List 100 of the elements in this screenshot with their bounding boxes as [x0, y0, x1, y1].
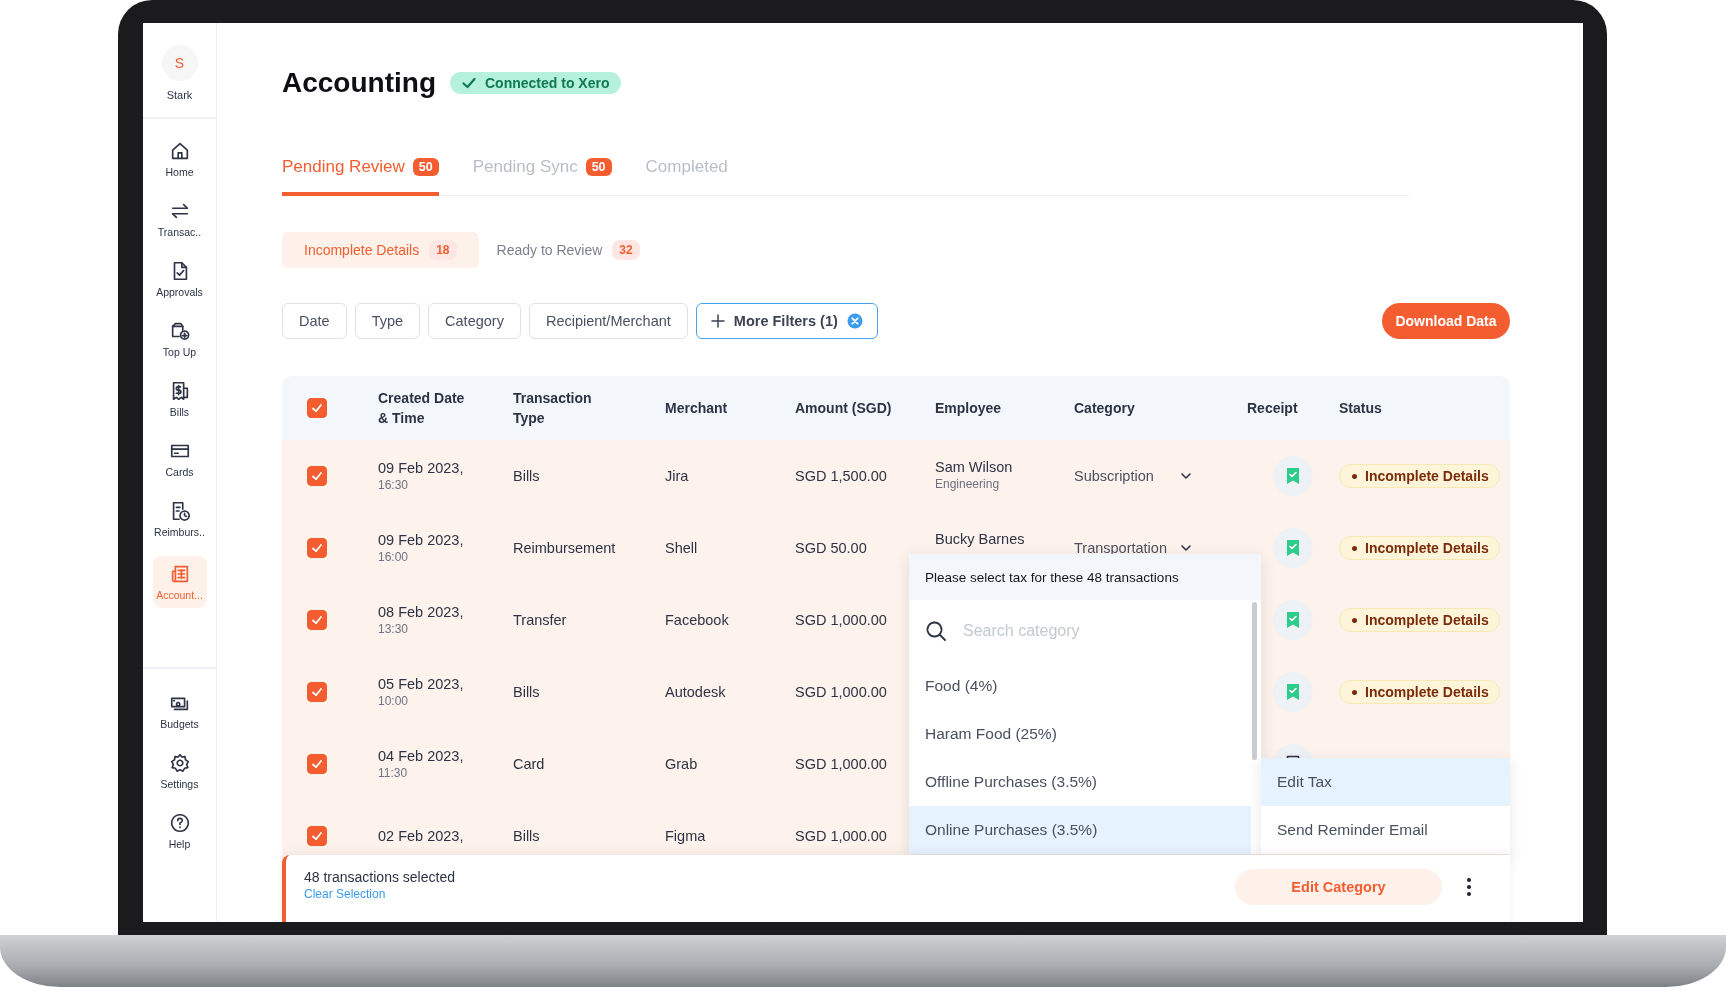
search-icon — [925, 620, 947, 642]
count-badge: 32 — [612, 240, 640, 260]
nav-item[interactable]: Cards — [152, 436, 207, 482]
time-text: 10:00 — [378, 693, 409, 709]
time-text: 13:30 — [378, 621, 409, 637]
column-header: Status — [1339, 399, 1382, 418]
checkmark-icon — [310, 829, 324, 843]
status-badge: Incomplete Details — [1339, 464, 1500, 488]
table-cell: Bills — [513, 468, 540, 484]
chevron-down-icon — [1180, 542, 1192, 554]
count-badge: 50 — [585, 158, 612, 176]
table-cell: Transfer — [513, 612, 567, 628]
table-cell: SGD 50.00 — [795, 540, 867, 556]
chevron-down-icon — [1180, 470, 1192, 482]
table-cell: SGD 1,000.00 — [795, 828, 887, 844]
row-checkbox[interactable] — [307, 610, 327, 630]
user-name: Stark — [166, 89, 193, 101]
table-cell: Jira — [665, 468, 689, 484]
settings-icon — [168, 752, 191, 774]
connection-status: Connected to Xero — [485, 75, 610, 91]
table-cell: Autodesk — [665, 684, 726, 700]
nav-item[interactable]: Help — [152, 808, 207, 854]
nav-item[interactable]: Bills — [152, 376, 207, 422]
nav-item[interactable]: Home — [152, 136, 207, 182]
status-badge: Incomplete Details — [1339, 680, 1500, 704]
receipt-icon[interactable] — [1273, 456, 1313, 496]
dropdown-option[interactable]: Food (4%) — [909, 662, 1251, 710]
table-cell: SGD 1,500.00 — [795, 468, 887, 484]
nav-item[interactable]: Approvals — [152, 256, 207, 302]
count-badge: 18 — [429, 240, 457, 260]
table-row[interactable]: 09 Feb 2023, 16:30 Bills Jira SGD 1,500.00 Sam Wilson Engineering Subscription Incomplete Details — [282, 440, 1510, 512]
nav-item[interactable]: Transac.. — [152, 196, 207, 242]
column-header: Receipt — [1247, 399, 1298, 418]
time-text: 11:30 — [378, 765, 408, 781]
table-cell: Grab — [665, 756, 698, 772]
receipt-icon[interactable] — [1273, 672, 1313, 712]
date-text: 05 Feb 2023, — [378, 675, 464, 693]
search-field[interactable]: Search category — [961, 621, 1225, 641]
receipt-icon[interactable] — [1273, 600, 1313, 640]
employee-name: Sam Wilson — [935, 458, 1013, 476]
filter-button[interactable]: Recipient/Merchant — [528, 303, 688, 339]
more-filters-button[interactable]: More Filters (1) — [695, 303, 878, 339]
table-cell: Bills — [513, 684, 540, 700]
filter-button[interactable]: Date — [282, 303, 347, 339]
plus-icon — [710, 314, 725, 328]
subtab[interactable]: Ready to Review 32 — [496, 232, 640, 268]
nav-item[interactable]: Settings — [152, 748, 207, 794]
table-cell: SGD 1,000.00 — [795, 756, 887, 772]
checkmark-icon — [310, 541, 324, 555]
dropdown-option[interactable]: Online Purchases (3.5%) — [909, 806, 1251, 854]
clear-icon — [846, 313, 863, 329]
time-text: 16:30 — [378, 477, 409, 493]
table-cell: Card — [513, 756, 545, 772]
employee-name: Bucky Barnes — [935, 530, 1025, 548]
nav-item[interactable]: Top Up — [152, 316, 207, 362]
filter-button[interactable]: Type — [354, 303, 421, 339]
help-icon — [168, 812, 191, 834]
checkmark-icon — [310, 613, 324, 627]
row-checkbox[interactable] — [307, 466, 327, 486]
nav-item[interactable]: Budgets — [152, 688, 207, 734]
nav-item[interactable]: Reimburs.. — [152, 496, 207, 542]
filter-button[interactable]: Category — [428, 303, 521, 339]
page-title: Accounting — [282, 67, 436, 99]
dropdown-title: Please select tax for these 48 transactions — [909, 554, 1261, 600]
table-cell: Facebook — [665, 612, 729, 628]
scrollbar[interactable] — [1252, 602, 1257, 760]
status-badge: Incomplete Details — [1339, 536, 1500, 560]
receipt-icon[interactable] — [1273, 528, 1313, 568]
column-header: Category — [1074, 399, 1135, 418]
checkmark-icon — [310, 401, 324, 415]
date-text: 08 Feb 2023, — [378, 603, 464, 621]
time-text: 16:00 — [378, 549, 409, 565]
table-cell: Figma — [665, 828, 706, 844]
date-text: 09 Feb 2023, — [378, 531, 464, 549]
status-badge: Incomplete Details — [1339, 608, 1500, 632]
date-text: 04 Feb 2023, — [378, 747, 464, 765]
row-checkbox[interactable] — [307, 754, 327, 774]
column-header: Employee — [935, 399, 1002, 418]
table-cell: Reimbursement — [513, 540, 616, 556]
checkmark-icon — [310, 757, 324, 771]
selection-summary: 48 transactions selected — [304, 869, 455, 885]
category-select[interactable]: Subscription — [1074, 468, 1192, 484]
checkmark-icon — [310, 469, 324, 483]
table-cell: Shell — [665, 540, 698, 556]
row-checkbox[interactable] — [307, 826, 327, 846]
category-select[interactable]: Transportation — [1074, 540, 1192, 556]
table-cell: Bills — [513, 828, 540, 844]
select-all-checkbox[interactable] — [307, 398, 327, 418]
column-header: Transaction Type — [513, 389, 593, 428]
row-checkbox[interactable] — [307, 538, 327, 558]
more-icon[interactable] — [1466, 877, 1472, 897]
menu-item[interactable]: Send Reminder Email — [1261, 806, 1510, 854]
menu-item[interactable]: Edit Tax — [1261, 758, 1510, 806]
table-cell: SGD 1,000.00 — [795, 612, 887, 628]
check-icon — [461, 75, 477, 91]
date-text: 09 Feb 2023, — [378, 459, 464, 477]
row-checkbox[interactable] — [307, 682, 327, 702]
date-text: 02 Feb 2023, — [378, 827, 464, 845]
count-badge: 50 — [412, 158, 439, 176]
table-cell: SGD 1,000.00 — [795, 684, 887, 700]
